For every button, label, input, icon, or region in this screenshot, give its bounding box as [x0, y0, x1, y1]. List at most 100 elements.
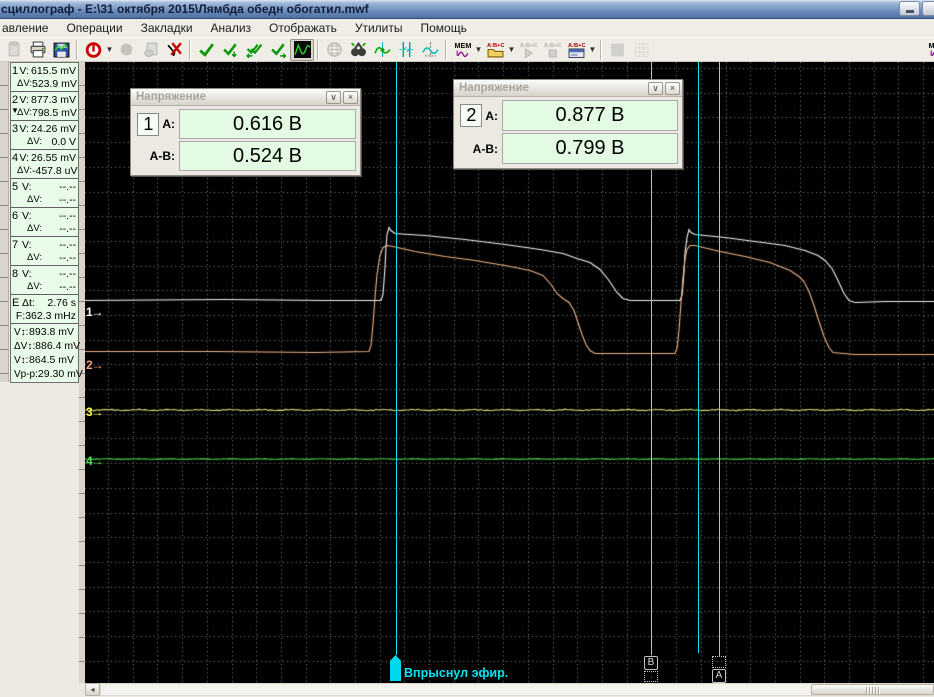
menu-item-4[interactable]: Отображать	[260, 20, 346, 37]
window-titlebar[interactable]: сциллограф - E:\31 октября 2015\Лямбда о…	[0, 0, 934, 19]
script-open-button[interactable]: А:В+С	[483, 39, 507, 61]
f-label: F:	[16, 310, 25, 322]
active-channel-marker-icon: ▼	[11, 106, 19, 115]
print-button[interactable]	[25, 39, 49, 61]
cursor-2-line[interactable]	[698, 62, 699, 653]
channel-6-readout[interactable]: 6V:--.--ΔV:--.--	[11, 208, 78, 237]
memory-dropdown-icon[interactable]: ▼	[474, 39, 483, 61]
channel-number: 6	[12, 210, 22, 222]
marker-b[interactable]: B	[644, 656, 658, 682]
marker-prev-button[interactable]	[242, 39, 266, 61]
channel-2-readout[interactable]: 2V:877.3 mVΔV:798.5 mV▼	[11, 92, 78, 121]
channel-4-readout[interactable]: 4V:26.55 mVΔV:-457.8 uV	[11, 150, 78, 179]
measure-label: Vp-p:	[14, 369, 38, 380]
menu-item-2[interactable]: Закладки	[132, 20, 202, 37]
voltage-panel-1-titlebar[interactable]: Напряжение ∨ ×	[131, 89, 360, 106]
voltage-ab-value: 0.524 В	[179, 141, 356, 171]
menu-item-5[interactable]: Утилиты	[346, 20, 412, 37]
trace-1-label[interactable]: 1→	[86, 305, 103, 319]
menu-item-3[interactable]: Анализ	[202, 20, 261, 37]
voltage-panel-1[interactable]: Напряжение ∨ × 1A: 0.616 В А-В: 0.524 В	[130, 88, 361, 176]
save-oscillogram-button[interactable]	[49, 39, 73, 61]
marker-set-down-icon	[222, 41, 239, 58]
measure-value: 886.4 mV	[35, 340, 80, 352]
scroll-left-button[interactable]: ◂	[85, 683, 100, 696]
oscillogram-view-icon	[294, 41, 311, 58]
wave-marker-button[interactable]	[370, 39, 394, 61]
marker-next-button[interactable]	[266, 39, 290, 61]
menu-item-1[interactable]: Операции	[57, 20, 131, 37]
marker-a[interactable]: A	[712, 656, 726, 683]
cursor-ab-label: А-В:	[150, 149, 175, 163]
delete-marker-button[interactable]	[162, 39, 186, 61]
clipboard-button	[1, 39, 25, 61]
marker-set-icon	[198, 41, 215, 58]
marker-prev-icon	[246, 41, 263, 58]
measure-value: 29.30 mV	[38, 368, 83, 380]
dv-label: ΔV:	[12, 78, 32, 89]
oscillogram-view-button[interactable]	[290, 39, 314, 61]
measure-label: ΔV↕:	[14, 341, 35, 352]
dv-value: 798.5 mV	[32, 107, 77, 119]
menu-item-0[interactable]: авление	[0, 20, 57, 37]
channel-number-badge: 2	[460, 104, 482, 127]
dv-value: --.--	[43, 281, 76, 293]
panel-close-icon[interactable]: ×	[343, 91, 358, 104]
script-panel-button[interactable]: А:В+С	[564, 39, 588, 61]
panel-close-icon[interactable]: ×	[665, 82, 680, 95]
channel-3-readout[interactable]: 3V:24.26 mVΔV:0.0 V	[11, 121, 78, 150]
memory-button[interactable]: МЕМ	[450, 39, 474, 61]
toolbar-separator	[445, 40, 447, 60]
time-frequency-readout[interactable]: EΔt:2.76 sF:362.3 mHz	[11, 295, 78, 324]
panel-dropdown-icon[interactable]: ∨	[648, 82, 663, 95]
channel-1-readout[interactable]: 1V:615.5 mVΔV:523.9 mV	[11, 63, 78, 92]
trace-2-label[interactable]: 2→	[86, 358, 103, 372]
marker-set-down-button[interactable]	[218, 39, 242, 61]
voltage-panel-2-titlebar[interactable]: Напряжение ∨ ×	[454, 80, 682, 97]
main-cursor-line[interactable]	[396, 62, 397, 655]
voltage-panel-2[interactable]: Напряжение ∨ × 2A: 0.877 В А-В: 0.799 В	[453, 79, 683, 169]
script-stop-button: А:В+С	[540, 39, 564, 61]
scrollbar-thumb[interactable]	[811, 684, 934, 695]
e-label: E	[12, 297, 22, 309]
channel-5-readout[interactable]: 5V:--.--ΔV:--.--	[11, 179, 78, 208]
trace-3-label[interactable]: 3→	[86, 405, 103, 419]
marker-set-button[interactable]	[194, 39, 218, 61]
clipboard-icon	[5, 41, 22, 58]
cursor-measure-button[interactable]	[394, 39, 418, 61]
dv-label: ΔV:	[22, 136, 43, 147]
blank-grid-icon	[633, 41, 650, 58]
channel-number: 5	[12, 181, 22, 193]
maximize-button[interactable]	[922, 1, 934, 16]
script-open-dropdown-icon[interactable]: ▼	[507, 39, 516, 61]
menu-item-6[interactable]: Помощь	[411, 20, 475, 37]
minimize-button[interactable]	[899, 1, 920, 16]
panel-dropdown-icon[interactable]: ∨	[326, 91, 341, 104]
amplitude-measures[interactable]: V↕:893.8 mVΔV↕:886.4 mVV↕:864.5 mVVp-p:2…	[11, 324, 78, 382]
search-icon	[350, 41, 367, 58]
search-button[interactable]	[346, 39, 370, 61]
marker-a-label: A	[712, 669, 726, 683]
scrollbar-track[interactable]	[100, 683, 934, 696]
script-stop-icon: А:В+С	[544, 41, 561, 58]
dt-label: Δt:	[22, 297, 40, 309]
v-label: V:	[22, 181, 38, 193]
channel-sidebar: 1V:615.5 mVΔV:523.9 mV2V:877.3 mVΔV:798.…	[10, 62, 79, 383]
voltage-panel-2-title: Напряжение	[459, 82, 646, 94]
wave-cursor-button[interactable]	[418, 39, 442, 61]
toolbar: ▼МЕМ▼А:В+С▼А:В+СА:В+СА:В+С▼МЕМ	[0, 37, 934, 62]
device-power-button[interactable]	[81, 39, 105, 61]
cursor-ab-label: А-В:	[473, 142, 498, 156]
channel-7-readout[interactable]: 7V:--.--ΔV:--.--	[11, 237, 78, 266]
cursor-a-label: A:	[485, 109, 498, 123]
horizontal-scrollbar[interactable]: ◂	[0, 683, 934, 697]
channel-8-readout[interactable]: 8V:--.--ΔV:--.--	[11, 266, 78, 295]
dv-label: ΔV:	[22, 252, 43, 263]
script-run-button: А:В+С	[516, 39, 540, 61]
trace-4-label[interactable]: 4→	[86, 454, 103, 468]
cursor-a-line[interactable]	[719, 62, 720, 656]
v-value: 615.5 mV	[31, 65, 76, 77]
blank-1-icon	[609, 41, 626, 58]
device-power-dropdown-icon[interactable]: ▼	[105, 39, 114, 61]
script-panel-dropdown-icon[interactable]: ▼	[588, 39, 597, 61]
